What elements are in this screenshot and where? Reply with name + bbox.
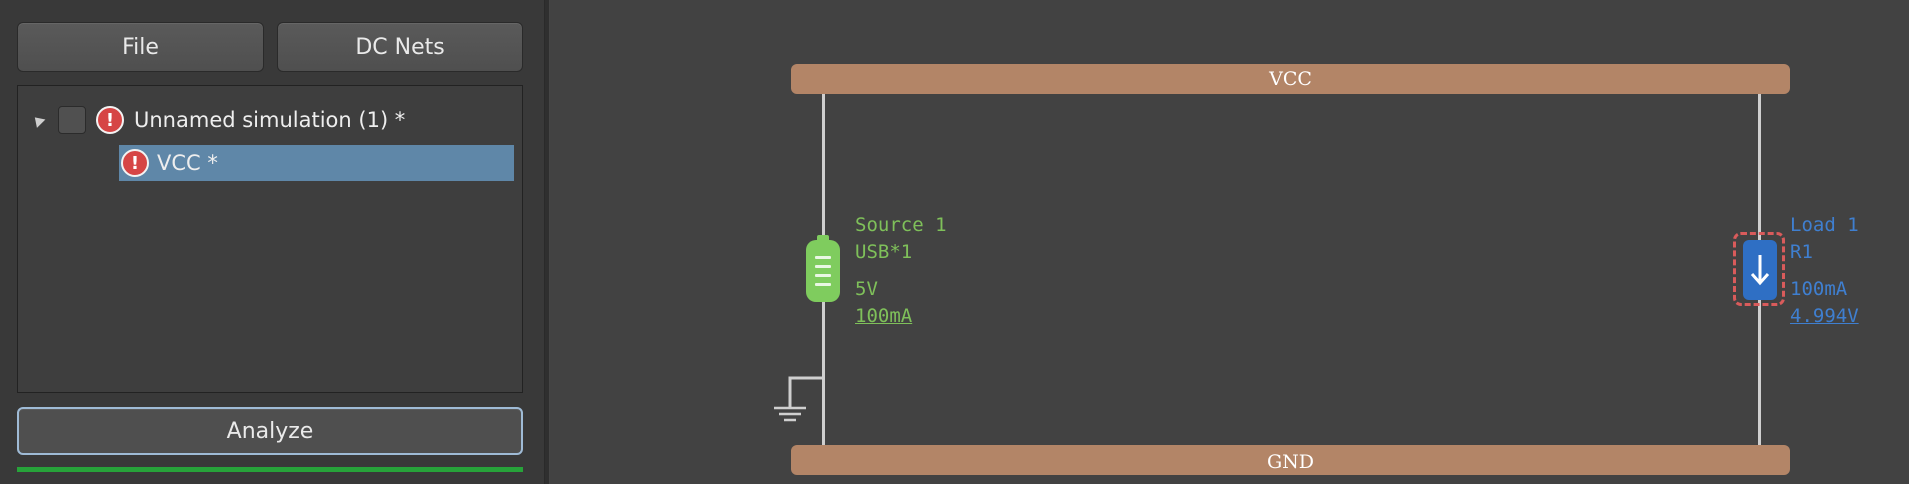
net-label: VCC * [157,151,218,175]
simulation-tree[interactable]: ! Unnamed simulation (1) * ! VCC * [17,85,523,393]
error-icon: ! [96,106,124,134]
source-voltage: 5V [855,278,878,300]
load-current: 100mA [1790,278,1848,300]
file-button[interactable]: File [17,22,264,72]
gnd-rail[interactable]: GND [791,445,1790,475]
expand-arrow-icon[interactable] [30,112,46,128]
analyze-button[interactable]: Analyze [17,407,523,455]
battery-icon[interactable] [806,235,840,302]
left-panel: File DC Nets ! Unnamed simulation (1) * … [0,0,544,484]
source-current[interactable]: 100mA [855,305,912,327]
tree-item-vcc[interactable]: ! VCC * [119,145,514,181]
file-button-label: File [122,34,159,60]
error-icon: ! [121,149,149,177]
source-part: USB*1 [855,241,913,263]
load-voltage[interactable]: 4.994V [1790,305,1859,327]
simulation-label: Unnamed simulation (1) * [134,108,406,132]
ground-icon [774,376,823,422]
load-part: R1 [1790,241,1813,263]
vcc-rail[interactable]: VCC [791,64,1790,94]
load-bottom-wire [1758,300,1761,445]
vcc-rail-label: VCC [1269,68,1312,90]
gnd-rail-label: GND [1266,451,1315,473]
tree-item-simulation[interactable]: ! Unnamed simulation (1) * [28,102,405,138]
load-top-wire [1758,94,1761,240]
schematic-canvas[interactable]: VCC GND Source 1 USB*1 5V 100mA Load 1 R… [550,0,1909,484]
dc-nets-button-label: DC Nets [355,34,445,60]
current-sink-icon[interactable] [1743,240,1777,300]
source-name: Source 1 [855,214,947,236]
load-name: Load 1 [1790,214,1859,236]
analyze-button-label: Analyze [226,418,314,444]
dc-nets-button[interactable]: DC Nets [277,22,523,72]
source-top-wire [822,94,825,240]
analysis-progress-bar [17,467,523,472]
simulation-checkbox[interactable] [58,106,86,134]
